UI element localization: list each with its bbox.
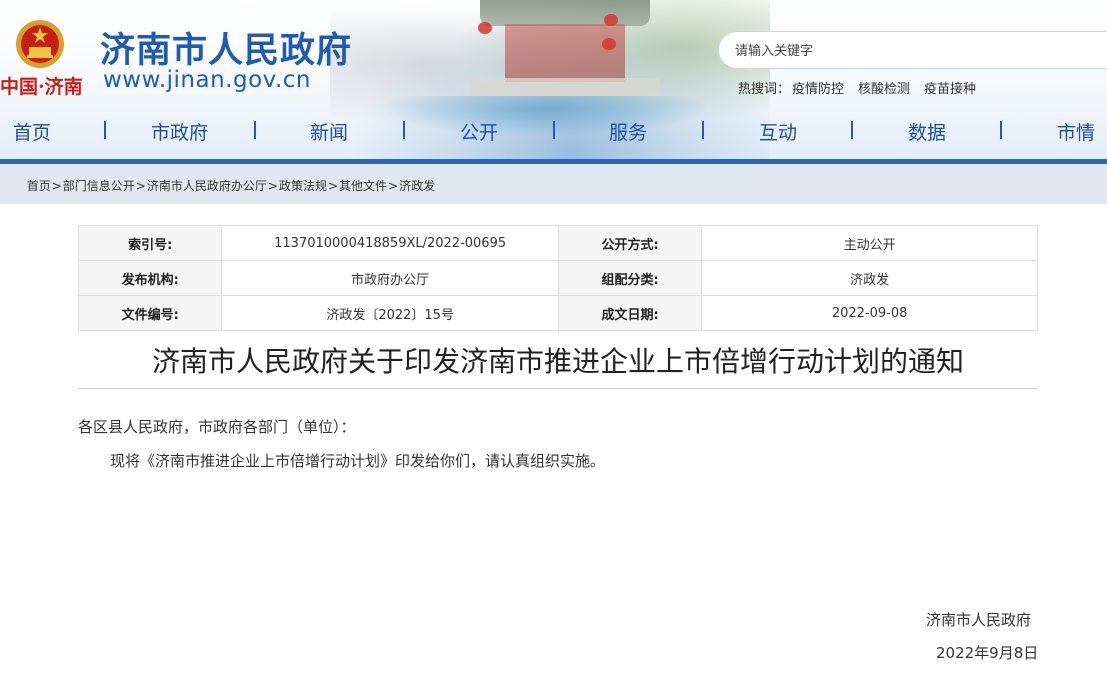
title-divider	[78, 388, 1038, 389]
meta-key: 索引号:	[77, 225, 223, 261]
hot-search-item[interactable]: 核酸检测	[858, 82, 910, 97]
meta-key: 成文日期:	[557, 295, 703, 331]
banner-pavilion-base	[470, 78, 660, 96]
banner-pavilion	[505, 24, 625, 82]
banner-lantern	[478, 22, 492, 34]
banner-pavilion-roof	[480, 0, 650, 26]
nav-item-disclosure[interactable]: 公开	[460, 118, 498, 145]
breadcrumb-separator: >	[388, 179, 399, 193]
nav-separator	[403, 121, 405, 139]
meta-key: 公开方式:	[557, 225, 703, 261]
breadcrumb-policy[interactable]: 政策法规	[279, 179, 327, 193]
nav-item-home[interactable]: 首页	[13, 118, 51, 145]
hot-search: 热搜词： 疫情防控 核酸检测 疫苗接种	[738, 78, 990, 97]
meta-key: 组配分类:	[557, 260, 703, 296]
table-row: 索引号: 1137010000418859XL/2022-00695 公开方式:…	[77, 225, 1038, 261]
hot-search-label: 热搜词：	[738, 82, 791, 97]
breadcrumb-home[interactable]: 首页	[27, 179, 51, 193]
site-header: 济南市人民政府 www.jinan.gov.cn 中国·济南 热搜词：疫情防控核…	[0, 0, 1107, 160]
nav-item-news[interactable]: 新闻	[310, 118, 348, 145]
china-jinan-calligraphy: 中国·济南	[0, 76, 83, 98]
document-body: 现将《济南市推进企业上市倍增行动计划》印发给你们，请认真组织实施。	[110, 452, 606, 470]
breadcrumb-department-info[interactable]: 部门信息公开	[63, 179, 135, 193]
search-box	[718, 31, 1107, 70]
banner-lantern	[604, 14, 618, 26]
nav-separator	[553, 121, 555, 139]
document-title: 济南市人民政府关于印发济南市推进企业上市倍增行动计划的通知	[151, 345, 964, 378]
nav-item-interaction[interactable]: 互动	[759, 118, 797, 145]
breadcrumb-separator: >	[327, 179, 339, 193]
site-title[interactable]: 济南市人民政府	[100, 22, 352, 73]
breadcrumb-bar: 首页>部门信息公开>济南市人民政府办公厅>政策法规>其他文件>济政发	[0, 164, 1107, 204]
document-salutation: 各区县人民政府，市政府各部门（单位）：	[78, 418, 356, 436]
meta-value: 济政发	[701, 260, 1038, 296]
search-input[interactable]	[733, 32, 1077, 70]
nav-item-services[interactable]: 服务	[609, 118, 647, 145]
breadcrumb-separator: >	[267, 179, 278, 193]
site-url: www.jinan.gov.cn	[103, 67, 312, 93]
meta-value: 市政府办公厅	[221, 260, 559, 296]
breadcrumb-jizhengfa[interactable]: 济政发	[399, 179, 435, 193]
meta-value: 1137010000418859XL/2022-00695	[221, 225, 559, 261]
signature-organization: 济南市人民政府	[926, 611, 1032, 629]
banner-lantern	[602, 38, 616, 50]
breadcrumb-separator: >	[135, 179, 146, 193]
hot-search-item[interactable]: 疫苗接种	[924, 82, 976, 97]
national-emblem-icon	[16, 20, 64, 68]
nav-separator	[104, 121, 106, 139]
document-meta-table: 索引号: 1137010000418859XL/2022-00695 公开方式:…	[77, 225, 1038, 331]
breadcrumb-other-docs[interactable]: 其他文件	[339, 179, 387, 193]
nav-separator	[702, 121, 704, 139]
breadcrumb: 首页>部门信息公开>济南市人民政府办公厅>政策法规>其他文件>济政发	[0, 177, 435, 194]
meta-value: 2022-09-08	[701, 295, 1038, 331]
signature-date: 2022年9月8日	[936, 644, 1039, 662]
table-row: 文件编号: 济政发〔2022〕15号 成文日期: 2022-09-08	[77, 295, 1038, 331]
breadcrumb-separator: >	[51, 179, 62, 193]
meta-key: 文件编号:	[77, 295, 223, 331]
breadcrumb-left-edge	[0, 179, 27, 193]
meta-key: 发布机构:	[77, 260, 223, 296]
hot-search-item[interactable]: 疫情防控	[792, 82, 844, 97]
nav-item-data[interactable]: 数据	[908, 118, 946, 145]
meta-value: 主动公开	[701, 225, 1038, 261]
meta-value: 济政发〔2022〕15号	[221, 295, 559, 331]
nav-item-city-info[interactable]: 市情	[1057, 118, 1095, 145]
breadcrumb-general-office[interactable]: 济南市人民政府办公厅	[147, 179, 267, 193]
nav-item-government[interactable]: 市政府	[151, 118, 208, 145]
nav-separator	[1000, 121, 1002, 139]
nav-separator	[254, 121, 256, 139]
table-row: 发布机构: 市政府办公厅 组配分类: 济政发	[77, 260, 1038, 296]
main-nav: 首页 市政府 新闻 公开 服务 互动 数据 市情	[0, 112, 1107, 150]
nav-separator	[851, 121, 853, 139]
